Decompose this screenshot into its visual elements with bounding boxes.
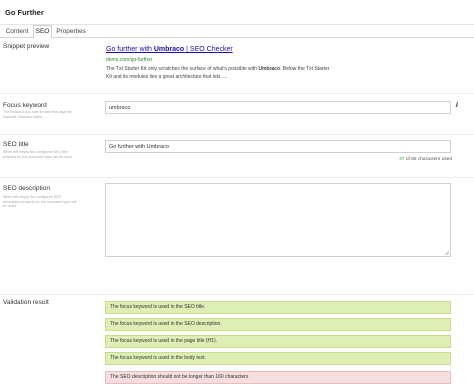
seo-title-input[interactable] <box>105 140 451 153</box>
validation-result-label: Validation result <box>3 299 49 306</box>
snippet-description: The Txt Starter Kit only scratches the s… <box>106 65 332 81</box>
editor-header: Go Further <box>0 0 474 25</box>
validation-result-item: The focus keyword is used in the page ti… <box>105 335 451 348</box>
seo-title-character-counter: 37 of 65 characters used <box>365 157 452 162</box>
focus-keyword-label: Focus keyword <box>3 102 47 109</box>
snippet-description-pre: The Txt Starter Kit only scratches the s… <box>106 66 259 72</box>
seo-description-textarea[interactable] <box>105 183 451 257</box>
snippet-url: demo.com/go-further <box>106 57 153 63</box>
validation-result-item: The focus keyword is used in the SEO des… <box>105 318 451 331</box>
validation-result-item: The focus keyword is used in the SEO tit… <box>105 301 451 314</box>
snippet-title: Go further with Umbraco | SEO Checker <box>106 46 233 53</box>
snippet-title-keyword: Umbraco <box>153 46 185 53</box>
divider <box>0 93 474 94</box>
seo-title-help: When left empty the configured SEO title… <box>3 150 72 159</box>
snippet-title-post: | SEO Checker <box>184 46 233 53</box>
seo-description-label: SEO description <box>3 185 50 192</box>
snippet-preview-label: Snippet preview <box>3 43 50 50</box>
character-count-text: of 65 characters used <box>404 157 452 162</box>
resize-handle-icon[interactable] <box>444 250 449 255</box>
divider <box>0 177 474 178</box>
tab-properties[interactable]: Properties <box>54 26 88 38</box>
focus-keyword-help: The keyword you want to rank this page f… <box>3 110 73 119</box>
validation-result-item: The focus keyword is used in the body te… <box>105 352 451 365</box>
document-name[interactable]: Go Further <box>4 5 304 20</box>
divider <box>0 294 474 295</box>
focus-keyword-input[interactable] <box>105 101 451 114</box>
divider <box>0 134 474 135</box>
seo-title-label: SEO title <box>3 141 29 148</box>
tab-seo[interactable]: SEO <box>33 25 52 39</box>
seo-description-help: When left empty the configured SEO descr… <box>3 195 77 209</box>
tab-bar: Content SEO Properties <box>0 25 474 39</box>
tab-content[interactable]: Content <box>2 26 32 38</box>
key-icon[interactable]: ℹ <box>455 101 461 110</box>
snippet-title-pre: Go further with <box>106 46 154 53</box>
validation-result-error: The SEO description should not be longer… <box>105 371 451 384</box>
snippet-description-keyword: Umbraco <box>258 66 281 72</box>
